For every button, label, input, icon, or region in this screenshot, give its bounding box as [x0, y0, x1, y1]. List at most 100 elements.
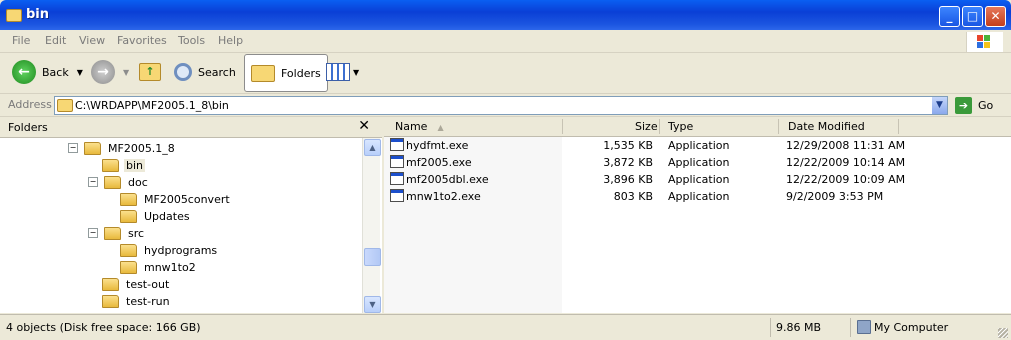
- tree-node-label: MF2005.1_8: [108, 141, 175, 155]
- tree-node-label: test-out: [126, 277, 170, 291]
- menu-edit[interactable]: Edit: [45, 34, 66, 47]
- folders-icon: [251, 64, 275, 82]
- menu-help[interactable]: Help: [218, 34, 243, 47]
- tree-node-hydprograms[interactable]: hydprograms: [120, 242, 219, 258]
- search-button[interactable]: Search: [174, 53, 236, 91]
- resize-grip[interactable]: [998, 328, 1008, 338]
- scroll-down-icon[interactable]: ▼: [364, 296, 381, 313]
- column-divider[interactable]: [898, 119, 899, 134]
- menu-tools[interactable]: Tools: [178, 34, 205, 47]
- folder-icon: [6, 9, 22, 22]
- go-button[interactable]: ➔ Go: [955, 96, 993, 114]
- forward-button[interactable]: → ▼: [91, 53, 129, 91]
- file-name: mf2005.exe: [406, 156, 472, 169]
- folder-tree-scrollbar[interactable]: ▲ ▼: [362, 138, 381, 313]
- collapse-icon[interactable]: −: [88, 177, 98, 187]
- my-computer-icon: [857, 320, 871, 334]
- file-size: 3,896 KB: [603, 173, 653, 186]
- tree-node-mnw1to2[interactable]: mnw1to2: [120, 259, 198, 275]
- up-folder-button[interactable]: ↑: [139, 53, 161, 91]
- column-header-type[interactable]: Type: [668, 120, 693, 133]
- file-row[interactable]: mf2005dbl.exe 3,896 KB Application 12/22…: [384, 171, 1011, 188]
- tree-node-updates[interactable]: Updates: [120, 208, 192, 224]
- windows-flag-icon: [977, 35, 991, 49]
- back-button[interactable]: ← Back ▼: [12, 53, 83, 91]
- explorer-window: bin _ □ ✕ File Edit View Favorites Tools…: [0, 0, 1011, 340]
- close-pane-icon[interactable]: ✕: [358, 118, 370, 134]
- column-headers: Name ▲ Size Type Date Modified: [384, 117, 1011, 137]
- scroll-up-icon[interactable]: ▲: [364, 139, 381, 156]
- close-button[interactable]: ✕: [985, 6, 1006, 27]
- address-label: Address: [8, 98, 52, 111]
- file-row[interactable]: hydfmt.exe 1,535 KB Application 12/29/20…: [384, 137, 1011, 154]
- search-label: Search: [198, 65, 236, 79]
- column-header-size[interactable]: Size: [635, 120, 658, 133]
- file-date-modified: 12/29/2008 11:31 AM: [786, 139, 906, 152]
- tree-node-label: hydprograms: [144, 243, 218, 257]
- tree-node-mf2005[interactable]: − MF2005.1_8: [68, 140, 177, 156]
- file-row[interactable]: mf2005.exe 3,872 KB Application 12/22/20…: [384, 154, 1011, 171]
- folders-pane-title: Folders: [8, 121, 48, 134]
- address-dropdown-icon[interactable]: ▼: [932, 97, 947, 114]
- collapse-icon[interactable]: −: [68, 143, 78, 153]
- column-header-name[interactable]: Name ▲: [395, 120, 444, 133]
- tree-node-mf2005convert[interactable]: MF2005convert: [120, 191, 232, 207]
- file-date-modified: 9/2/2009 3:53 PM: [786, 190, 884, 203]
- file-name: mnw1to2.exe: [406, 190, 481, 203]
- column-divider[interactable]: [562, 119, 563, 134]
- back-dropdown-icon[interactable]: ▼: [77, 68, 83, 77]
- menu-favorites[interactable]: Favorites: [117, 34, 167, 47]
- application-icon: [390, 155, 404, 168]
- collapse-icon[interactable]: −: [88, 228, 98, 238]
- scrollbar-thumb[interactable]: [364, 248, 381, 266]
- file-type: Application: [668, 139, 730, 152]
- tree-node-test-out[interactable]: test-out: [102, 276, 171, 292]
- go-arrow-icon: ➔: [955, 96, 972, 114]
- title-bar[interactable]: bin _ □ ✕: [0, 0, 1011, 30]
- folder-icon: [104, 226, 121, 240]
- back-label: Back: [42, 65, 69, 79]
- forward-dropdown-icon[interactable]: ▼: [123, 68, 129, 77]
- magnifier-icon: [174, 63, 192, 81]
- maximize-button[interactable]: □: [962, 6, 983, 27]
- folder-icon: [120, 260, 137, 274]
- tree-node-doc[interactable]: − doc: [88, 174, 150, 190]
- file-date-modified: 12/22/2009 10:14 AM: [786, 156, 906, 169]
- tree-node-test-run[interactable]: test-run: [102, 293, 172, 309]
- tree-node-label: doc: [128, 175, 148, 189]
- address-path: C:\WRDAPP\MF2005.1_8\bin: [75, 99, 229, 112]
- tree-node-label: Updates: [144, 209, 190, 223]
- file-name: hydfmt.exe: [406, 139, 469, 152]
- status-bar: 4 objects (Disk free space: 166 GB) 9.86…: [0, 314, 1011, 340]
- folder-icon: [120, 209, 137, 223]
- folder-icon: [102, 277, 119, 291]
- folders-pane-header: Folders ✕: [0, 117, 382, 138]
- up-folder-icon: ↑: [139, 63, 161, 81]
- tree-node-src[interactable]: − src: [88, 225, 146, 241]
- views-dropdown-icon[interactable]: ▼: [353, 68, 359, 77]
- folder-icon: [120, 192, 137, 206]
- views-icon: [326, 63, 350, 81]
- column-divider[interactable]: [659, 119, 660, 134]
- minimize-button[interactable]: _: [939, 6, 960, 27]
- application-icon: [390, 138, 404, 151]
- status-divider: [770, 318, 771, 337]
- address-input[interactable]: C:\WRDAPP\MF2005.1_8\bin ▼: [54, 96, 948, 115]
- status-total-size: 9.86 MB: [776, 321, 822, 334]
- file-name: mf2005dbl.exe: [406, 173, 489, 186]
- application-icon: [390, 172, 404, 185]
- menu-view[interactable]: View: [79, 34, 105, 47]
- file-type: Application: [668, 190, 730, 203]
- views-button[interactable]: ▼: [326, 53, 359, 91]
- tree-node-bin[interactable]: bin: [102, 157, 146, 173]
- folder-icon: [102, 294, 119, 308]
- column-header-date-modified[interactable]: Date Modified: [788, 120, 865, 133]
- file-type: Application: [668, 156, 730, 169]
- menu-bar: File Edit View Favorites Tools Help: [0, 30, 1011, 53]
- column-divider[interactable]: [778, 119, 779, 134]
- file-list: Name ▲ Size Type Date Modified hydfmt.exe…: [384, 117, 1011, 313]
- folders-button[interactable]: Folders: [244, 54, 328, 92]
- file-row[interactable]: mnw1to2.exe 803 KB Application 9/2/2009 …: [384, 188, 1011, 205]
- address-bar: Address C:\WRDAPP\MF2005.1_8\bin ▼ ➔ Go: [0, 94, 1011, 117]
- menu-file[interactable]: File: [12, 34, 30, 47]
